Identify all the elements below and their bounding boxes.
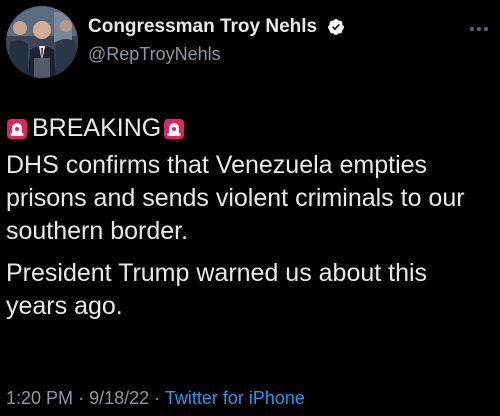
more-options-icon[interactable] xyxy=(468,24,490,34)
tweet-source-link[interactable]: Twitter for iPhone xyxy=(165,388,305,408)
meta-separator: · xyxy=(154,388,161,408)
tweet-meta: 1:20 PM · 9/18/22 · Twitter for iPhone xyxy=(6,388,305,409)
police-siren-icon xyxy=(7,118,27,139)
tweet-paragraph-1: DHS confirms that Venezuela empties pris… xyxy=(6,151,465,245)
author-handle[interactable]: @RepTroyNehls xyxy=(88,44,345,65)
tweet-body: BREAKING DHS confirms that Venezuela emp… xyxy=(6,112,494,323)
tweet-time[interactable]: 1:20 PM xyxy=(6,388,73,408)
breaking-line: BREAKING xyxy=(6,112,494,145)
breaking-label: BREAKING xyxy=(32,114,162,142)
meta-separator: · xyxy=(78,388,85,408)
tweet-date[interactable]: 9/18/22 xyxy=(89,388,149,408)
tweet-paragraph-2: President Trump warned us about this yea… xyxy=(6,259,428,320)
tweet-card: Congressman Troy Nehls @RepTroyNehls BRE… xyxy=(0,0,500,416)
author-block: Congressman Troy Nehls @RepTroyNehls xyxy=(88,16,345,65)
tweet-header: Congressman Troy Nehls @RepTroyNehls xyxy=(6,6,490,78)
police-siren-icon xyxy=(164,118,185,139)
verified-badge-icon xyxy=(327,19,344,35)
avatar[interactable] xyxy=(6,6,78,78)
author-display-name[interactable]: Congressman Troy Nehls xyxy=(88,16,317,38)
